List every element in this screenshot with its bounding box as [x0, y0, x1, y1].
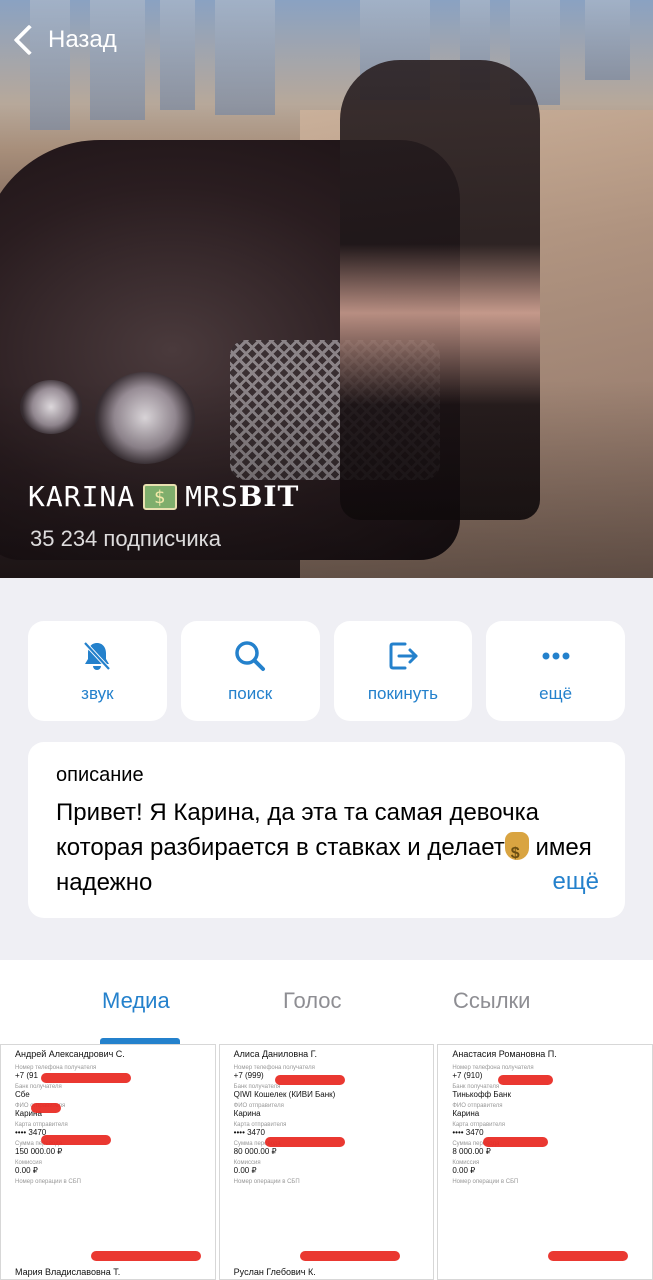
- receipt-fee: 0.00 ₽: [15, 1166, 38, 1175]
- receipt-card: •••• 3470: [233, 1128, 265, 1137]
- leave-button[interactable]: покинуть: [333, 621, 473, 721]
- media-thumbnail[interactable]: Андрей Александрович С. Номер телефона п…: [0, 1044, 216, 1280]
- redaction-mark: [299, 1251, 400, 1261]
- redaction-mark: [274, 1075, 345, 1085]
- receipt-sum: 8 000.00 ₽: [452, 1147, 491, 1156]
- receipt-name: Алиса Даниловна Г.: [233, 1049, 317, 1059]
- skyline-building: [160, 0, 195, 110]
- redaction-mark: [548, 1251, 629, 1261]
- more-button[interactable]: ещё: [486, 621, 625, 721]
- money-emoji-icon: [143, 483, 178, 510]
- redaction-mark: [31, 1103, 61, 1113]
- redaction-mark: [41, 1135, 111, 1145]
- skyline-building: [215, 0, 275, 115]
- receipt-bank: Сбе: [15, 1090, 30, 1099]
- media-tabs: Медиа Голос Ссылки: [0, 960, 653, 1044]
- redaction-mark: [264, 1137, 345, 1147]
- leave-label: покинуть: [367, 684, 438, 703]
- channel-title: KARINA MRSBIT: [28, 480, 299, 513]
- redaction-mark: [483, 1137, 549, 1147]
- tab-links[interactable]: Ссылки: [453, 988, 530, 1014]
- receipt-name: Андрей Александрович С.: [15, 1049, 125, 1059]
- search-icon: [235, 641, 266, 671]
- receipt-sender: Карина: [452, 1109, 480, 1118]
- receipt-sum: 80 000.00 ₽: [233, 1147, 277, 1156]
- more-icon: [542, 652, 570, 660]
- receipt-next-name: Руслан Глебович К.: [233, 1267, 316, 1277]
- channel-title-right: MRSBIT: [185, 480, 299, 513]
- tab-voice[interactable]: Голос: [283, 988, 342, 1014]
- back-label: Назад: [48, 26, 117, 53]
- receipt-sender: Карина: [233, 1109, 261, 1118]
- receipt-fee: 0.00 ₽: [233, 1166, 257, 1175]
- channel-actions: звук поиск покинуть ещё: [28, 621, 625, 721]
- receipt-sum: 150 000.00 ₽: [15, 1147, 63, 1156]
- receipt-fee: 0.00 ₽: [452, 1166, 476, 1175]
- media-thumbnail[interactable]: Алиса Даниловна Г. Номер телефона получа…: [218, 1044, 435, 1280]
- channel-title-right-plain: MRS: [185, 480, 239, 513]
- back-button[interactable]: Назад: [10, 20, 117, 60]
- redaction-mark: [498, 1075, 554, 1085]
- description-more-link[interactable]: ещё: [518, 868, 599, 896]
- redaction-mark: [91, 1251, 201, 1261]
- description-caption: описание: [56, 764, 144, 786]
- receipt-bank: Тинькофф Банк: [452, 1090, 511, 1099]
- description-text: Привет! Я Карина, да эта та самая девочк…: [56, 795, 596, 900]
- more-label: ещё: [539, 684, 573, 703]
- skyline-building: [585, 0, 630, 80]
- mute-label: звук: [81, 684, 114, 703]
- tab-media[interactable]: Медиа: [102, 988, 170, 1014]
- description-text-part1: Привет! Я Карина, да эта та самая девочк…: [56, 799, 539, 861]
- media-grid: Андрей Александрович С. Номер телефона п…: [0, 1044, 653, 1280]
- media-thumbnail[interactable]: Анастасия Романовна П. Номер телефона по…: [437, 1044, 653, 1280]
- channel-title-left: KARINA: [28, 480, 136, 513]
- chevron-left-icon: [13, 24, 45, 56]
- receipt-name: Анастасия Романовна П.: [452, 1049, 557, 1059]
- mute-button[interactable]: звук: [28, 621, 167, 721]
- receipt-next-name: Мария Владиславовна Т.: [15, 1267, 121, 1277]
- bell-slash-icon: [83, 641, 111, 671]
- channel-title-right-bold: BIT: [238, 480, 300, 513]
- receipt-field-label: Номер операции в СБП: [15, 1179, 81, 1185]
- receipt-field-label: Номер операции в СБП: [233, 1179, 300, 1185]
- receipt-card: •••• 3470: [452, 1128, 484, 1137]
- leave-icon: [389, 642, 418, 670]
- receipt-field-label: Номер операции в СБП: [452, 1179, 519, 1185]
- channel-description: описание Привет! Я Карина, да эта та сам…: [28, 742, 625, 918]
- money-bag-emoji-icon: [504, 832, 529, 871]
- subscriber-count: 35 234 подписчика: [30, 526, 221, 551]
- search-button[interactable]: поиск: [180, 621, 320, 721]
- skyline-building: [90, 0, 145, 120]
- receipt-bank: QIWI Кошелек (КИВИ Банк): [233, 1090, 336, 1099]
- search-label: поиск: [228, 684, 273, 703]
- redaction-mark: [41, 1073, 131, 1083]
